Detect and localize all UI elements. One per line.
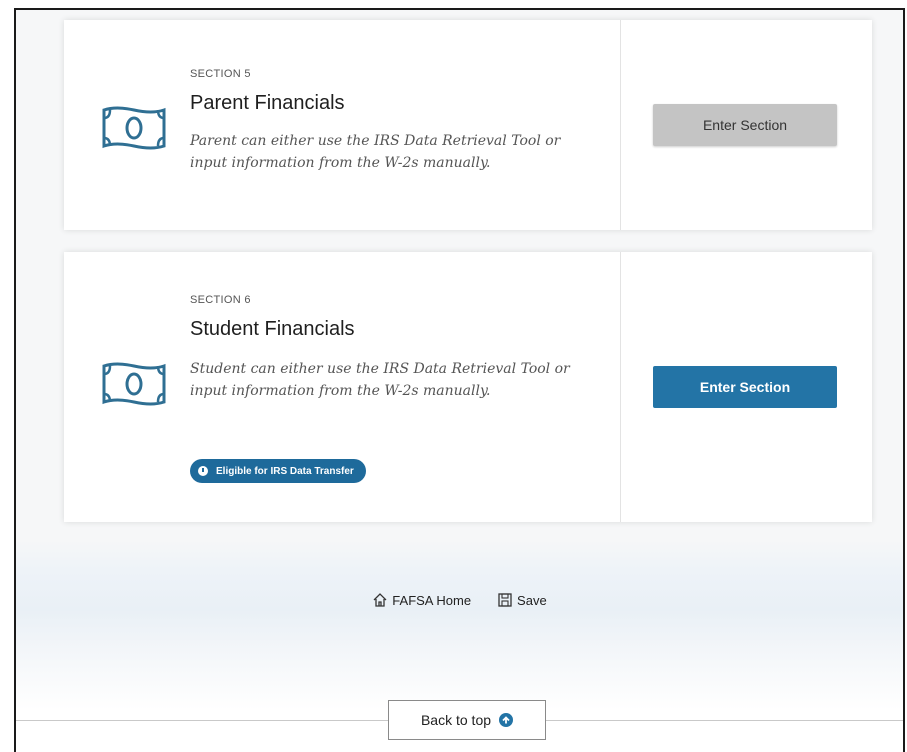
enter-section-button[interactable]: Enter Section — [653, 104, 837, 146]
irs-eligible-badge: Eligible for IRS Data Transfer — [190, 459, 366, 483]
back-to-top-label: Back to top — [420, 712, 492, 728]
save-label: Save — [517, 592, 547, 608]
section-card-actions: Enter Section — [621, 20, 872, 230]
footer-links: FAFSA Home Save — [16, 592, 903, 608]
section-card-parent-financials: SECTION 5 Parent Financials Parent can e… — [64, 20, 872, 230]
fafsa-home-label: FAFSA Home — [392, 592, 472, 608]
section-description: Parent can either use the IRS Data Retri… — [190, 133, 561, 171]
fafsa-home-link[interactable]: FAFSA Home — [372, 592, 471, 608]
money-icon — [102, 362, 166, 406]
section-description: Student can either use the IRS Data Retr… — [190, 361, 570, 399]
arrow-up-circle-icon — [499, 713, 514, 727]
info-icon — [198, 466, 208, 476]
save-link[interactable]: Save — [497, 592, 547, 608]
section-number: SECTION 6 — [190, 294, 251, 306]
section-card-body: SECTION 5 Parent Financials Parent can e… — [64, 20, 621, 230]
section-card-actions: Enter Section — [621, 252, 872, 522]
section-title: Student Financials — [190, 318, 355, 340]
page-frame: SECTION 5 Parent Financials Parent can e… — [14, 8, 905, 752]
money-icon — [102, 106, 166, 150]
section-number: SECTION 5 — [190, 68, 251, 80]
badge-label: Eligible for IRS Data Transfer — [216, 465, 354, 477]
back-to-top-button[interactable]: Back to top — [388, 700, 546, 740]
save-icon — [498, 593, 512, 607]
enter-section-button[interactable]: Enter Section — [653, 366, 837, 408]
section-card-body: SECTION 6 Student Financials Student can… — [64, 252, 621, 522]
section-title: Parent Financials — [190, 92, 345, 114]
home-icon — [373, 593, 387, 607]
section-card-student-financials: SECTION 6 Student Financials Student can… — [64, 252, 872, 522]
